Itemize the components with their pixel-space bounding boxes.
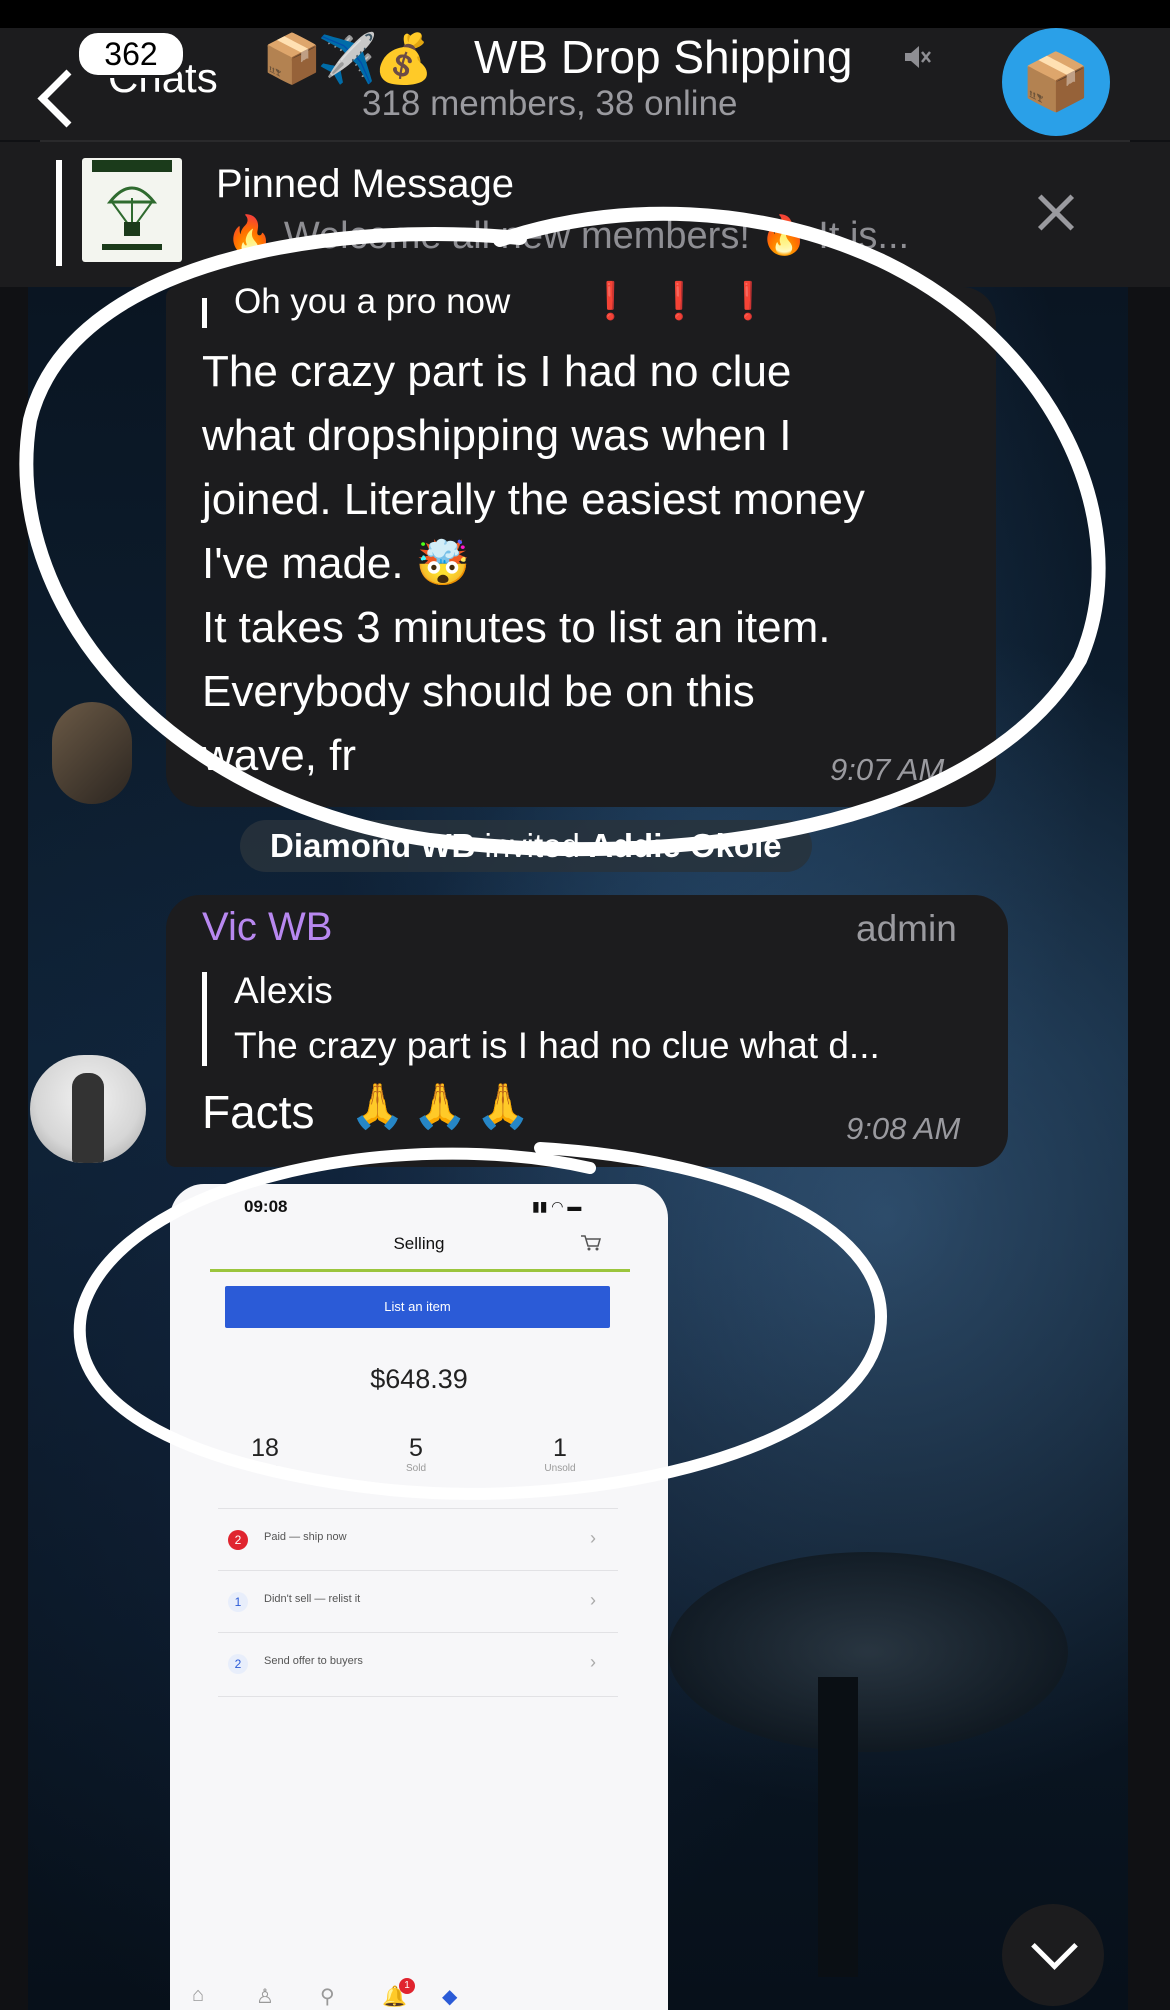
message-time: 9:07 AM (830, 752, 945, 787)
unread-count-badge: 362 (76, 30, 186, 78)
phone-clock: 09:08 (244, 1197, 288, 1216)
scroll-down-button[interactable] (1002, 1904, 1104, 2006)
stat-value: 5 (409, 1434, 423, 1462)
row-text: Send offer to buyers (264, 1655, 363, 1667)
row-text: Paid — ship now (264, 1531, 347, 1543)
reply-author[interactable]: Alexis (234, 970, 333, 1012)
divider (218, 1696, 618, 1697)
divider (218, 1508, 618, 1509)
stat-value: 1 (553, 1434, 567, 1462)
stat-unsold: 1 Unsold (520, 1434, 600, 1474)
status-bar (0, 0, 1170, 28)
exclamation-icons: ❗❗❗ (588, 280, 795, 321)
row-badge: 2 (228, 1530, 248, 1550)
background-table (668, 1552, 1068, 1752)
notification-badge: 1 (399, 1978, 415, 1994)
reply-bar (202, 972, 207, 1066)
back-chevron-icon[interactable] (37, 69, 96, 128)
home-icon: ⌂ (192, 1984, 205, 2006)
reply-bar (202, 298, 207, 328)
list-item: 2 Send offer to buyers › (218, 1640, 618, 1690)
phone-status-icons: ▮▮ ◠ ▬ (532, 1198, 582, 1214)
phone-amount: $648.39 (370, 1364, 468, 1394)
avatar[interactable] (30, 1055, 146, 1163)
chevron-right-icon: › (590, 1652, 596, 1672)
avatar[interactable] (52, 702, 132, 804)
pinned-message-bar[interactable]: Pinned Message 🔥 Welcome all new members… (0, 142, 1170, 287)
reply-preview-text[interactable]: Oh you a pro now (234, 282, 510, 322)
chat-header: Chats 362 📦✈️💰 WB Drop Shipping 318 memb… (0, 28, 1170, 140)
list-item: 1 Didn't sell — relist it › (218, 1578, 618, 1628)
message-time: 9:08 AM (846, 1111, 961, 1146)
divider (218, 1570, 618, 1571)
admin-label: admin (856, 908, 957, 949)
phone-tab-bar: ⌂ ♙ ⚲ 🔔 1 ◆ (170, 1978, 668, 2010)
list-item: 2 Paid — ship now › (218, 1516, 618, 1566)
parachute-logo-icon (92, 160, 172, 250)
stat-label: Active (251, 1463, 279, 1474)
pinned-thumbnail (82, 158, 182, 262)
stat-label: Unsold (544, 1463, 576, 1474)
tag-icon: ◆ (442, 1986, 458, 2008)
person-silhouette (72, 1073, 104, 1163)
chevron-right-icon: › (590, 1528, 596, 1548)
image-attachment[interactable]: 09:08 ▮▮ ◠ ▬ Selling List an item $648.3… (170, 1184, 668, 2010)
row-badge: 2 (228, 1654, 248, 1674)
message-text: Facts (202, 1086, 315, 1138)
stat-label: Sold (405, 1463, 426, 1474)
chevron-right-icon: › (590, 1590, 596, 1610)
row-badge: 1 (228, 1592, 248, 1612)
stat-sold: 5 Sold (376, 1434, 456, 1474)
message-text: The crazy part is I had no clue what dro… (202, 347, 865, 780)
list-an-item-button: List an item (225, 1286, 610, 1328)
cart-icon (581, 1235, 601, 1251)
service-target[interactable]: Addie Okole (589, 827, 782, 864)
reply-preview-text[interactable]: The crazy part is I had no clue what d..… (234, 1025, 880, 1067)
background-table-leg (818, 1677, 858, 1977)
pin-indicator (56, 160, 62, 266)
praying-hands-emoji: 🙏🙏🙏 (350, 1082, 539, 1131)
chat-subtitle: 318 members, 38 online (362, 84, 738, 123)
row-text: Didn't sell — relist it (264, 1593, 361, 1605)
profile-icon: ♙ (256, 1986, 274, 2008)
service-actor[interactable]: Diamond WB (270, 827, 475, 864)
title-emojis: 📦✈️💰 (262, 33, 433, 86)
divider (218, 1632, 618, 1633)
pinned-title: Pinned Message (216, 162, 514, 206)
package-icon: 📦 (1021, 50, 1091, 113)
pinned-preview: 🔥 Welcome all new members! 🔥 It is... (226, 215, 910, 257)
service-message: Diamond WB invited Addie Okole (240, 820, 812, 872)
phone-accent-line (210, 1269, 630, 1272)
sender-name[interactable]: Vic WB (202, 905, 332, 950)
group-avatar[interactable]: 📦 (1002, 28, 1110, 136)
service-action: invited (475, 827, 590, 864)
chat-title[interactable]: WB Drop Shipping (474, 30, 852, 84)
stat-value: 18 (251, 1434, 279, 1462)
muted-speaker-icon (905, 46, 931, 68)
search-icon: ⚲ (320, 1986, 335, 2008)
stat-active: 18 Active (225, 1434, 305, 1474)
close-icon[interactable] (1035, 192, 1075, 232)
